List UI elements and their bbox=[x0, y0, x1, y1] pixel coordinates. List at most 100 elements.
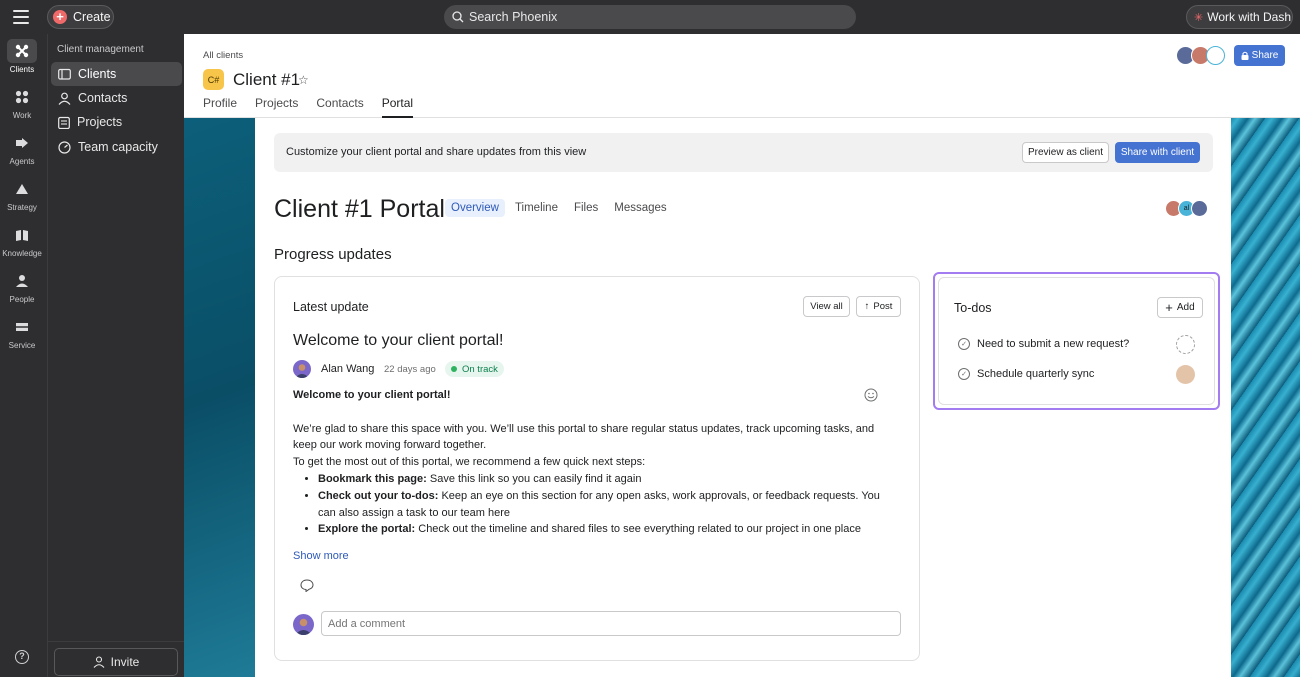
page-header: All clients C# Client #1 ☆ Profile Proje… bbox=[184, 34, 1300, 118]
latest-update-card: Latest update View all ↑ Post Welcome to… bbox=[274, 276, 920, 661]
dash-avatar bbox=[1206, 46, 1225, 65]
create-button[interactable]: + Create bbox=[47, 5, 114, 29]
rail-label: People bbox=[9, 295, 35, 304]
tab-timeline[interactable]: Timeline bbox=[509, 199, 564, 217]
sidebar-title: Client management bbox=[57, 44, 144, 55]
portal-member-avatars[interactable]: al bbox=[1165, 200, 1208, 217]
todos-highlight: To-dos + Add ✓ Need to submit a new requ… bbox=[933, 272, 1220, 410]
banner-text: Customize your client portal and share u… bbox=[286, 146, 587, 158]
todo-item[interactable]: ✓ Need to submit a new request? bbox=[958, 333, 1198, 355]
post-label: Post bbox=[873, 301, 893, 312]
unassigned-avatar-icon[interactable] bbox=[1176, 335, 1195, 354]
sidebar-item-projects[interactable]: Projects bbox=[51, 110, 182, 134]
rail-label: Knowledge bbox=[2, 249, 42, 258]
body-heading: Welcome to your client portal! bbox=[293, 389, 451, 401]
rail-item-service[interactable]: Service bbox=[0, 315, 44, 350]
hamburger-menu-icon[interactable] bbox=[13, 10, 29, 24]
gauge-icon bbox=[58, 140, 71, 154]
status-label: On track bbox=[462, 363, 498, 375]
tab-files[interactable]: Files bbox=[568, 199, 604, 217]
sidebar: Client management Clients Contacts Proje… bbox=[47, 34, 185, 677]
rail-item-agents[interactable]: Agents bbox=[0, 131, 44, 166]
rail-item-people[interactable]: People bbox=[0, 269, 44, 304]
share-with-client-button[interactable]: Share with client bbox=[1115, 142, 1200, 163]
clients-folder-icon bbox=[58, 68, 71, 80]
tab-projects[interactable]: Projects bbox=[255, 96, 298, 118]
sidebar-divider bbox=[48, 641, 185, 642]
rail-label: Agents bbox=[9, 157, 35, 166]
next-steps-list: Bookmark this page: Save this link so yo… bbox=[318, 471, 893, 538]
agents-icon bbox=[7, 131, 37, 155]
view-all-button[interactable]: View all bbox=[803, 296, 850, 317]
body-paragraph: To get the most out of this portal, we r… bbox=[293, 456, 646, 469]
clients-icon bbox=[7, 39, 37, 63]
rail-item-knowledge[interactable]: Knowledge bbox=[0, 223, 44, 258]
add-label: Add bbox=[1176, 302, 1195, 313]
invite-person-icon bbox=[93, 656, 105, 668]
comment-icon[interactable] bbox=[300, 579, 314, 595]
search-icon bbox=[452, 11, 464, 23]
strategy-icon bbox=[7, 177, 37, 201]
tab-overview[interactable]: Overview bbox=[445, 199, 505, 217]
post-button[interactable]: ↑ Post bbox=[856, 296, 901, 317]
preview-as-client-button[interactable]: Preview as client bbox=[1022, 142, 1109, 163]
comment-input[interactable] bbox=[321, 611, 901, 636]
show-more-link[interactable]: Show more bbox=[293, 550, 349, 562]
todo-text: Need to submit a new request? bbox=[977, 338, 1130, 350]
sidebar-item-label: Projects bbox=[77, 115, 123, 129]
sidebar-item-team-capacity[interactable]: Team capacity bbox=[51, 135, 182, 159]
projects-clipboard-icon bbox=[58, 116, 70, 129]
update-title: Welcome to your client portal! bbox=[293, 332, 504, 349]
star-icon[interactable]: ☆ bbox=[298, 73, 309, 87]
list-item: Explore the portal: Check out the timeli… bbox=[318, 521, 893, 538]
search-input[interactable]: Search Phoenix bbox=[444, 5, 856, 29]
list-item: Bookmark this page: Save this link so yo… bbox=[318, 471, 893, 488]
check-circle-icon[interactable]: ✓ bbox=[958, 338, 970, 350]
rail-label: Strategy bbox=[7, 203, 37, 212]
share-button[interactable]: Share bbox=[1234, 45, 1285, 66]
status-badge: On track bbox=[445, 361, 504, 377]
tab-profile[interactable]: Profile bbox=[203, 96, 237, 118]
tab-portal[interactable]: Portal bbox=[381, 96, 414, 118]
member-avatars[interactable] bbox=[1176, 46, 1225, 65]
share-label: Share bbox=[1251, 50, 1279, 61]
tab-messages[interactable]: Messages bbox=[608, 199, 672, 217]
todos-card: To-dos + Add ✓ Need to submit a new requ… bbox=[938, 277, 1215, 405]
tab-contacts[interactable]: Contacts bbox=[316, 96, 363, 118]
sidebar-item-contacts[interactable]: Contacts bbox=[51, 86, 182, 110]
rail-label: Work bbox=[12, 111, 32, 120]
author-name[interactable]: Alan Wang bbox=[321, 363, 374, 375]
invite-button[interactable]: Invite bbox=[54, 648, 178, 676]
assignee-avatar[interactable] bbox=[1176, 365, 1195, 384]
customize-banner: Customize your client portal and share u… bbox=[274, 133, 1213, 172]
plus-icon: + bbox=[53, 10, 67, 24]
client-portal: Customize your client portal and share u… bbox=[255, 118, 1231, 677]
portal-background-wave bbox=[1231, 118, 1300, 677]
lock-icon bbox=[1241, 51, 1249, 60]
rail-item-clients[interactable]: Clients bbox=[0, 39, 44, 74]
body-paragraph: We’re glad to share this space with you.… bbox=[293, 422, 875, 452]
sidebar-item-label: Clients bbox=[78, 67, 117, 81]
invite-label: Invite bbox=[110, 655, 140, 669]
contacts-icon bbox=[58, 92, 71, 105]
check-circle-icon[interactable]: ✓ bbox=[958, 368, 970, 380]
rail-item-strategy[interactable]: Strategy bbox=[0, 177, 44, 212]
sidebar-item-label: Contacts bbox=[78, 91, 128, 105]
service-icon bbox=[7, 315, 37, 339]
work-with-dash-button[interactable]: ✳ Work with Dash bbox=[1186, 5, 1293, 29]
update-timestamp: 22 days ago bbox=[384, 364, 436, 375]
knowledge-icon bbox=[7, 223, 37, 247]
rail-item-work[interactable]: Work bbox=[0, 85, 44, 120]
rail-label: Service bbox=[8, 341, 36, 350]
update-body: Welcome to your client portal! We’re gla… bbox=[293, 387, 893, 538]
people-icon bbox=[7, 269, 37, 293]
help-icon[interactable]: ? bbox=[15, 650, 29, 664]
sidebar-item-clients[interactable]: Clients bbox=[51, 62, 182, 86]
sidebar-item-label: Team capacity bbox=[78, 140, 158, 154]
add-todo-button[interactable]: + Add bbox=[1157, 297, 1203, 318]
portal-tabs: Overview Timeline Files Messages bbox=[445, 199, 677, 217]
breadcrumb[interactable]: All clients bbox=[203, 50, 243, 61]
dash-spark-icon: ✳ bbox=[1194, 11, 1204, 24]
author-avatar[interactable] bbox=[293, 360, 311, 378]
todo-item[interactable]: ✓ Schedule quarterly sync bbox=[958, 363, 1198, 385]
